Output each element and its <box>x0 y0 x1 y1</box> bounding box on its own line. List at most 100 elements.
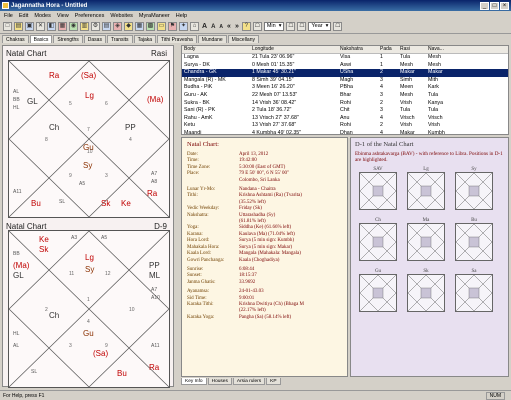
planet-table[interactable]: Body Longitude Nakshatra Pada Rasi Nava.… <box>181 45 509 135</box>
tab-mundane[interactable]: Mundane <box>197 35 227 43</box>
table-cell: 3 <box>380 107 383 114</box>
save-icon[interactable]: ▣ <box>25 22 34 31</box>
tab-arsia-rulers[interactable]: Arsia rulers <box>232 378 266 385</box>
rasi-planet-sk: Sk <box>101 199 111 208</box>
step-forward-icon[interactable]: ☖ <box>297 22 307 31</box>
col-rasi[interactable]: Rasi <box>398 46 426 53</box>
settings-icon[interactable]: ⚙ <box>91 22 100 31</box>
table-row[interactable]: Chandra - GK 1 Makar 45' 30.21" USha 2 Makar… <box>182 69 508 77</box>
tab-transits[interactable]: Transits <box>106 35 133 43</box>
table-row[interactable]: Sukra - BK 14 Vrish 36' 08.42" Rohi 2 Vrish K… <box>182 100 508 108</box>
col-navamsa[interactable]: Nava... <box>426 46 466 53</box>
table-row[interactable]: Sani (R) - PK 2 Tula 18' 36.72" Chit 3 Tula T… <box>182 107 508 115</box>
compass-icon[interactable]: ✦ <box>179 22 188 31</box>
tab-miscellany[interactable]: Miscellany <box>227 35 259 43</box>
d9-house-number: 10 <box>129 307 135 313</box>
table-row[interactable]: Maandi 4 Kumbha 49' 02.35" Dhan 4 Makar Kumbh <box>182 130 508 134</box>
tab-basics[interactable]: Basics <box>29 35 53 43</box>
ashtakavarga-mini-chart[interactable]: Lg <box>407 167 445 210</box>
table-cell: Mesh <box>428 54 441 60</box>
col-body[interactable]: Body <box>182 46 250 53</box>
font-small-button[interactable]: A <box>219 24 223 30</box>
d9-house-number: 3 <box>69 343 72 349</box>
close-button[interactable]: × <box>500 1 509 10</box>
table-row[interactable]: Ketu 13 Vrish 27' 37.68" Rohi 2 Vrish Vrish <box>182 122 508 130</box>
font-medium-button[interactable]: A <box>211 24 215 30</box>
ashtakavarga-mini-chart[interactable]: Gu <box>359 269 397 312</box>
menu-modes[interactable]: Modes <box>34 13 51 19</box>
menu-help[interactable]: Help <box>176 13 187 19</box>
tab-key-info[interactable]: Key Info <box>181 378 207 385</box>
menu-bar: File Edit Modes View Preferences Website… <box>0 11 511 20</box>
chart-style-icon[interactable]: ◆ <box>124 22 133 31</box>
table-row[interactable]: Guru - AK 22 Mesh 07' 13.53" Bhar 3 Mesh Tula <box>182 92 508 100</box>
ayanamsa-select[interactable]: Min ▾ <box>263 22 285 31</box>
map-icon[interactable]: ▩ <box>146 22 155 31</box>
next-button[interactable]: » <box>235 23 239 30</box>
ashtakavarga-mini-chart[interactable]: Sk <box>407 269 445 312</box>
table-cell: 2 <box>380 69 383 76</box>
menu-websites[interactable]: Websites <box>110 13 133 19</box>
table-row[interactable]: Surya - DK 0 Mesh 01' 15.35" Aswi 1 Mesh Mesh <box>182 62 508 70</box>
menu-edit[interactable]: Edit <box>19 13 28 19</box>
rasi-chart-lines <box>9 61 169 217</box>
num-lock-indicator: NUM <box>485 391 505 400</box>
tab-dasas[interactable]: Dasas <box>83 35 106 43</box>
help-icon[interactable]: ? <box>241 22 251 31</box>
menu-myramaneer[interactable]: MyraManeer <box>139 13 170 19</box>
table-cell: Mangala (R) - MK <box>184 76 226 83</box>
mini-chart-grid <box>455 171 493 210</box>
grid-icon[interactable]: ▦ <box>135 22 144 31</box>
tab-tajaka[interactable]: Tajaka <box>133 35 157 43</box>
tab-chakras[interactable]: Chakras <box>2 35 29 43</box>
table-row[interactable]: Budha - PiK 3 Meen 16' 26.20" PBha 4 Meen Kar… <box>182 84 508 92</box>
house-icon[interactable]: ⌂ <box>190 22 199 31</box>
bottom-tabs: Key Info Houses Arsia rulers KP <box>181 378 509 386</box>
tab-strengths[interactable]: Strengths <box>53 35 83 43</box>
table-row[interactable]: Lagna 21 Tula 23' 06.96" Visa 1 Tula Mesh <box>182 54 508 62</box>
table-icon[interactable]: ▤ <box>102 22 111 31</box>
tab-kp[interactable]: KP <box>266 378 281 385</box>
minimize-button[interactable]: _ <box>480 1 489 10</box>
col-pada[interactable]: Pada <box>378 46 398 53</box>
year-select[interactable]: Year ▾ <box>308 22 332 31</box>
table-cell: Makar <box>400 69 415 76</box>
tab-tithi-pravesha[interactable]: Tithi Pravesha <box>157 35 197 43</box>
menu-file[interactable]: File <box>4 13 13 19</box>
rasi-chart[interactable]: Ra (Sa) Lg (Ma) AL BB HL GL Ch PP Gu Sy … <box>8 60 170 218</box>
open-icon[interactable]: ▤ <box>14 22 23 31</box>
flag-icon[interactable]: ⚑ <box>168 22 177 31</box>
col-nakshatra[interactable]: Nakshatra <box>338 46 378 53</box>
table-row[interactable]: Mangala (R) - MK 8 Simh 39' 04.15" Magh 3 Si… <box>182 77 508 85</box>
step-year-icon[interactable]: ☖ <box>333 22 343 31</box>
ashtakavarga-mini-chart[interactable]: Sa <box>455 269 493 312</box>
font-large-button[interactable]: A <box>202 23 207 30</box>
new-icon[interactable]: □ <box>3 22 12 31</box>
chart-icon[interactable]: ◧ <box>47 22 56 31</box>
print-icon[interactable]: ▦ <box>58 22 67 31</box>
d9-planet-a7: A7 <box>151 287 158 293</box>
ashtakavarga-mini-chart[interactable]: SAV <box>359 167 397 210</box>
menu-view[interactable]: View <box>57 13 69 19</box>
col-longitude[interactable]: Longitude <box>250 46 338 53</box>
delete-icon[interactable]: ✕ <box>36 22 45 31</box>
table-cell: USha <box>340 69 354 76</box>
ashtakavarga-mini-chart[interactable]: Ma <box>407 218 445 261</box>
calendar-icon[interactable]: ▥ <box>80 22 89 31</box>
maximize-button[interactable]: □ <box>490 1 499 10</box>
step-back-icon[interactable]: ☖ <box>286 22 296 31</box>
prev-button[interactable]: « <box>227 23 231 30</box>
book-icon[interactable]: ▭ <box>157 22 166 31</box>
d9-chart[interactable]: Ke Sk BB (Ma) GL Lg Sy PP ML Gu Ch SL Bu… <box>8 230 170 388</box>
ashtakavarga-mini-chart[interactable]: Ch <box>359 218 397 261</box>
ashtakavarga-mini-chart[interactable]: Bu <box>455 218 493 261</box>
mini-chart-lines <box>408 172 444 209</box>
step-icon[interactable]: ☖ <box>252 22 262 31</box>
globe-icon[interactable]: ◉ <box>69 22 78 31</box>
table-cell: Tula <box>400 54 411 60</box>
tab-houses[interactable]: Houses <box>207 378 232 385</box>
ashtakavarga-mini-chart[interactable]: Sy <box>455 167 493 210</box>
menu-preferences[interactable]: Preferences <box>75 13 105 19</box>
transit-icon[interactable]: ◈ <box>113 22 122 31</box>
table-row[interactable]: Rahu - AmK 13 Vrisch 27' 37.68" Anu 4 Vrisch… <box>182 115 508 123</box>
